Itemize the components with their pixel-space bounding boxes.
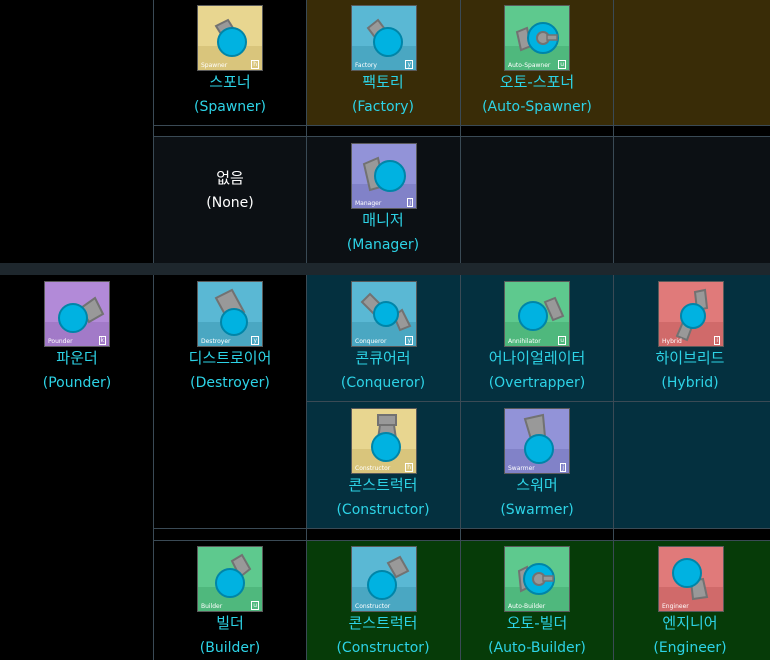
card-label: Auto-Spawner xyxy=(508,62,551,69)
hotkey-badge: h xyxy=(251,60,259,69)
tank-name-ko: 엔지니어 xyxy=(662,614,718,632)
hotkey-badge: u xyxy=(558,336,566,345)
grid-line xyxy=(460,275,461,660)
tank-card-pounder[interactable]: Pounder k xyxy=(44,281,110,347)
tank-name-ko: 오토-스포너 xyxy=(499,73,575,91)
tank-card-spawner[interactable]: Spawner h xyxy=(197,5,263,71)
hotkey-badge: i xyxy=(714,336,720,345)
grid-line xyxy=(613,0,614,263)
tank-name-ko: 없음 xyxy=(216,169,244,187)
tank-card-auto-spawner[interactable]: Auto-Spawner u xyxy=(504,5,570,71)
section-divider xyxy=(0,263,770,275)
card-label: Engineer xyxy=(662,603,689,610)
grid-line xyxy=(460,0,461,263)
hotkey-badge: u xyxy=(251,601,259,610)
grid-line xyxy=(153,275,154,660)
card-label: Pounder xyxy=(48,338,73,345)
tank-name-en: (Conqueror) xyxy=(340,375,426,391)
grid-line xyxy=(154,540,770,541)
tank-card-hybrid[interactable]: Hybrid i xyxy=(658,281,724,347)
tank-card-swarmer[interactable]: Swarmer j xyxy=(504,408,570,474)
card-label: Destroyer xyxy=(201,338,231,345)
tank-name-ko: 빌더 xyxy=(216,614,244,632)
hotkey-badge: j xyxy=(407,198,413,207)
card-label: Annihilator xyxy=(508,338,541,345)
tank-name-ko: 스워머 xyxy=(516,476,558,494)
tank-name-ko: 디스트로이어 xyxy=(188,349,272,367)
card-label: Constructor xyxy=(355,465,391,472)
grid-line xyxy=(306,0,307,263)
tank-card-engineer[interactable]: Engineer xyxy=(658,546,724,612)
card-label: Constructor xyxy=(355,603,391,610)
tank-card-auto-builder[interactable]: Auto-Builder xyxy=(504,546,570,612)
tank-card-constructor[interactable]: Constructor h xyxy=(351,408,417,474)
tank-name-en: (Swarmer) xyxy=(500,502,574,518)
tank-name-en: (Factory) xyxy=(351,99,415,115)
hotkey-badge: y xyxy=(405,60,413,69)
tank-name-ko: 파운더 xyxy=(56,349,98,367)
card-label: Manager xyxy=(355,200,382,207)
grid-line xyxy=(613,275,614,660)
tank-name-ko: 콘큐어러 xyxy=(355,349,411,367)
tank-name-ko: 매니저 xyxy=(362,211,404,229)
tank-name-en: (Destroyer) xyxy=(190,375,270,391)
hotkey-badge: j xyxy=(560,463,566,472)
tank-name-en: (Manager) xyxy=(346,237,420,253)
hotkey-badge: u xyxy=(558,60,566,69)
tank-name-en: (Auto-Spawner) xyxy=(482,99,592,115)
hotkey-badge: y xyxy=(251,336,259,345)
grid-line xyxy=(154,125,770,126)
grid-line xyxy=(154,528,770,529)
tank-name-ko: 콘스트럭터 xyxy=(348,476,418,494)
tank-name-ko: 콘스트럭터 xyxy=(348,614,418,632)
hotkey-badge: h xyxy=(405,463,413,472)
tank-name-ko: 어나이얼레이터 xyxy=(488,349,586,367)
tank-name-en: (Overtrapper) xyxy=(488,375,586,391)
card-label: Factory xyxy=(355,62,377,69)
card-label: Builder xyxy=(201,603,223,610)
tank-card-constructor-builder[interactable]: Constructor xyxy=(351,546,417,612)
hotkey-badge: y xyxy=(405,336,413,345)
grid-line xyxy=(306,275,307,660)
card-label: Spawner xyxy=(201,62,228,69)
tank-name-ko: 스포너 xyxy=(209,73,251,91)
tank-name-en: (Spawner) xyxy=(194,99,266,115)
tank-name-en: (Builder) xyxy=(199,640,261,656)
card-label: Auto-Builder xyxy=(508,603,546,610)
grid-line xyxy=(153,0,154,263)
tank-name-en: (Constructor) xyxy=(336,640,430,656)
tank-name-en: (None) xyxy=(206,195,254,211)
tank-card-manager[interactable]: Manager j xyxy=(351,143,417,209)
card-label: Swarmer xyxy=(508,465,535,472)
card-label: Hybrid xyxy=(662,338,682,345)
tank-name-ko: 하이브리드 xyxy=(655,349,725,367)
hotkey-badge: k xyxy=(98,336,106,345)
tank-name-ko: 팩토리 xyxy=(362,73,404,91)
tank-card-builder[interactable]: Builder u xyxy=(197,546,263,612)
card-label: Conqueror xyxy=(355,338,387,345)
tank-card-annihilator[interactable]: Annihilator u xyxy=(504,281,570,347)
tank-name-en: (Engineer) xyxy=(653,640,727,656)
tank-card-destroyer[interactable]: Destroyer y xyxy=(197,281,263,347)
tank-name-en: (Pounder) xyxy=(42,375,112,391)
tank-name-en: (Auto-Builder) xyxy=(488,640,586,656)
tank-name-en: (Constructor) xyxy=(336,502,430,518)
tank-card-factory[interactable]: Factory y xyxy=(351,5,417,71)
tank-name-en: (Hybrid) xyxy=(661,375,719,391)
tank-card-conqueror[interactable]: Conqueror y xyxy=(351,281,417,347)
grid-line xyxy=(307,401,770,402)
grid-line xyxy=(154,136,770,137)
tank-name-ko: 오토-빌더 xyxy=(506,614,568,632)
